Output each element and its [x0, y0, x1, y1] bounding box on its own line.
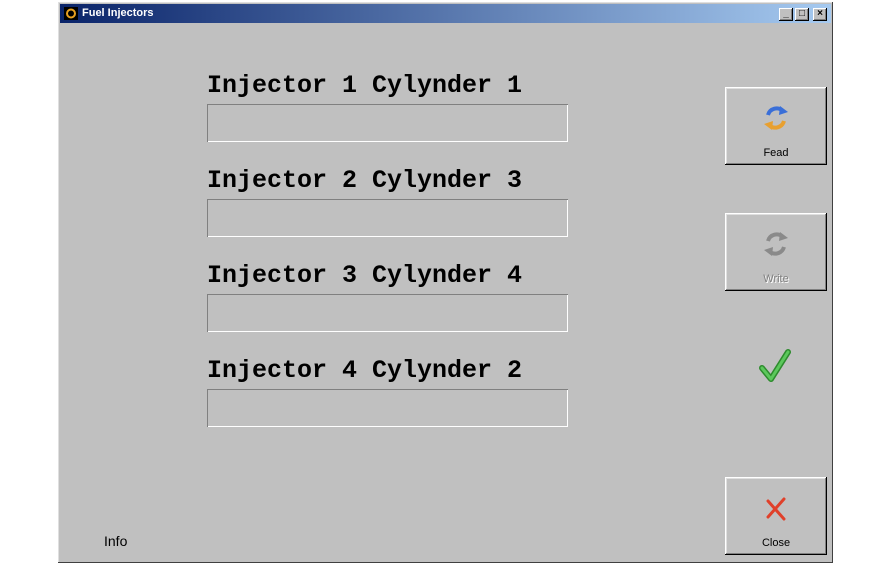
close-x-icon [766, 497, 786, 521]
injector-1-label: Injector 1 Cylynder 1 [207, 71, 523, 100]
injector-2-label: Injector 2 Cylynder 3 [207, 166, 523, 195]
read-button-label: Fead [763, 147, 789, 159]
minimize-button[interactable]: _ [779, 8, 793, 21]
info-label: Info [104, 533, 128, 549]
check-icon [759, 349, 791, 382]
maximize-button[interactable]: □ [795, 8, 809, 21]
close-button[interactable]: Close [725, 477, 827, 555]
close-button-label: Close [761, 537, 791, 549]
injector-4-field[interactable] [207, 389, 568, 427]
injector-1-field[interactable] [207, 104, 568, 142]
fuel-injectors-window: Fuel Injectors _ □ × Injector 1 Cylynder… [58, 2, 833, 563]
write-button-label: Write [763, 273, 789, 285]
write-icon [764, 232, 788, 256]
window-close-button[interactable]: × [813, 8, 827, 21]
injector-3-label: Injector 3 Cylynder 4 [207, 261, 523, 290]
injector-4-label: Injector 4 Cylynder 2 [207, 356, 523, 385]
refresh-icon [764, 106, 788, 130]
write-button[interactable]: Write [725, 213, 827, 291]
title-bar[interactable]: Fuel Injectors _ □ × [60, 4, 831, 23]
window-title: Fuel Injectors [82, 7, 154, 19]
app-icon [64, 7, 78, 20]
injector-3-field[interactable] [207, 294, 568, 332]
read-button[interactable]: Fead [725, 87, 827, 165]
injector-2-field[interactable] [207, 199, 568, 237]
